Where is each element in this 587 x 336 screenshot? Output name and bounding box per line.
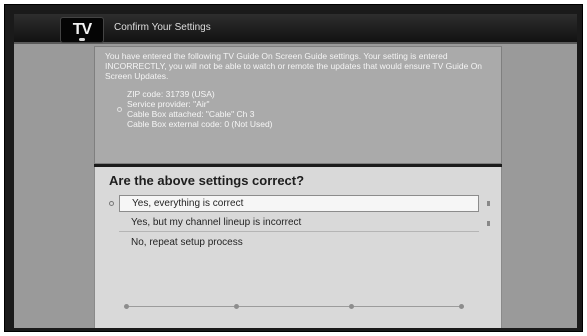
selected-option-icon bbox=[109, 201, 114, 206]
tv-screen: TV Confirm Your Settings You have entere… bbox=[14, 14, 577, 328]
settings-bullet-icon bbox=[117, 107, 122, 112]
remote-button-icon bbox=[124, 304, 129, 309]
option-repeat-setup[interactable]: No, repeat setup process bbox=[119, 235, 479, 252]
tv-frame: TV Confirm Your Settings You have entere… bbox=[4, 4, 583, 332]
confirm-question: Are the above settings correct? bbox=[109, 173, 305, 188]
logo-text: TV bbox=[72, 21, 92, 38]
remote-button-icon bbox=[349, 304, 354, 309]
setting-zip: ZIP code: 31739 (USA) bbox=[127, 89, 215, 99]
option-yes-lineup-incorrect[interactable]: Yes, but my channel lineup is incorrect bbox=[119, 215, 479, 232]
setting-cable-box: Cable Box attached: "Cable" Ch 3 bbox=[127, 109, 255, 119]
settings-list: ZIP code: 31739 (USA) Service provider: … bbox=[127, 89, 273, 129]
header-bar: TV Confirm Your Settings bbox=[14, 14, 577, 44]
summary-intro: You have entered the following TV Guide … bbox=[105, 51, 483, 81]
remote-hint-bar bbox=[124, 304, 464, 316]
setting-cable-code: Cable Box external code: 0 (Not Used) bbox=[127, 119, 273, 129]
tv-guide-logo: TV bbox=[60, 17, 104, 43]
remote-button-icon bbox=[234, 304, 239, 309]
option-yes-correct[interactable]: Yes, everything is correct bbox=[119, 195, 479, 212]
remote-button-icon bbox=[459, 304, 464, 309]
settings-summary-panel: You have entered the following TV Guide … bbox=[94, 46, 502, 164]
option-tick-icon bbox=[487, 221, 490, 226]
confirm-panel: Are the above settings correct? Yes, eve… bbox=[94, 167, 502, 328]
logo-mark-icon bbox=[79, 38, 85, 41]
setting-provider: Service provider: "Air" bbox=[127, 99, 210, 109]
option-tick-icon bbox=[487, 201, 490, 206]
page-title: Confirm Your Settings bbox=[114, 22, 211, 33]
